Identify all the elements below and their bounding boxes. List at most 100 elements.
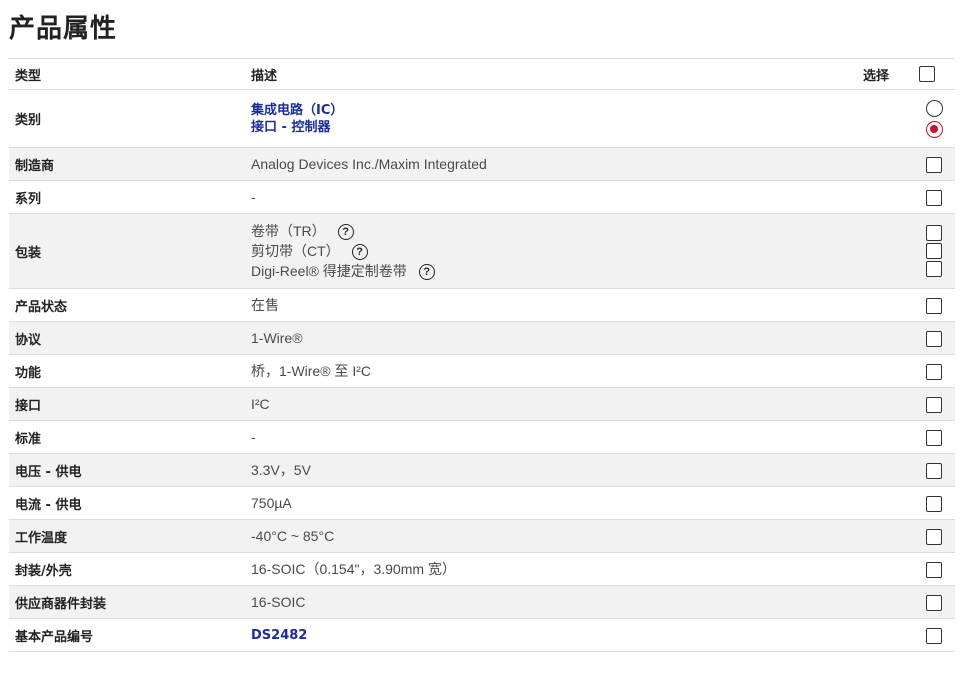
case-checkbox[interactable] — [926, 561, 942, 578]
row-spacer — [857, 585, 913, 619]
category-radio-interface-controller[interactable] — [925, 120, 943, 138]
row-spacer — [857, 354, 913, 388]
table-row-base-part: 基本产品编号 DS2482 — [9, 618, 955, 652]
row-spacer — [857, 213, 913, 289]
select-all-checkbox[interactable] — [919, 66, 935, 82]
row-spacer — [857, 89, 913, 148]
help-icon[interactable]: ? — [337, 224, 354, 241]
row-select-cell — [913, 89, 955, 148]
current-checkbox[interactable] — [926, 495, 942, 512]
row-select-cell — [913, 147, 955, 181]
packaging-option-label: 卷带（TR） — [251, 223, 326, 239]
help-icon[interactable]: ? — [351, 244, 368, 261]
row-select-cell — [913, 213, 955, 289]
header-select: 选择 — [857, 58, 913, 90]
function-checkbox[interactable] — [926, 363, 942, 380]
row-type-label: 工作温度 — [9, 519, 245, 553]
row-select-cell — [913, 321, 955, 355]
row-value: - — [245, 180, 857, 214]
row-type-label: 产品状态 — [9, 288, 245, 322]
row-value: I²C — [245, 387, 857, 421]
packaging-option-cut-tape: 剪切带（CT）? — [251, 241, 851, 261]
row-value: - — [245, 420, 857, 454]
help-icon[interactable]: ? — [418, 264, 435, 281]
manufacturer-checkbox[interactable] — [926, 156, 942, 173]
table-row-interface: 接口 I²C — [9, 387, 955, 421]
row-value: 桥，1-Wire® 至 I²C — [245, 354, 857, 388]
row-spacer — [857, 618, 913, 652]
row-spacer — [857, 453, 913, 487]
table-row-function: 功能 桥，1-Wire® 至 I²C — [9, 354, 955, 388]
row-spacer — [857, 420, 913, 454]
header-description: 描述 — [245, 58, 857, 90]
row-spacer — [857, 387, 913, 421]
row-type-label: 包装 — [9, 213, 245, 289]
row-type-label: 供应商器件封装 — [9, 585, 245, 619]
row-select-cell — [913, 180, 955, 214]
row-select-cell — [913, 585, 955, 619]
base-part-link[interactable]: DS2482 — [251, 627, 851, 644]
packaging-checkbox-digi-reel[interactable] — [926, 261, 942, 277]
row-value: 在售 — [245, 288, 857, 322]
row-type-label: 基本产品编号 — [9, 618, 245, 652]
row-description: DS2482 — [245, 618, 857, 652]
row-value: 16-SOIC — [245, 585, 857, 619]
packaging-option-label: 剪切带（CT） — [251, 243, 340, 259]
row-select-cell — [913, 420, 955, 454]
row-select-cell — [913, 453, 955, 487]
row-description: 集成电路（IC） 接口 - 控制器 — [245, 89, 857, 148]
table-row-status: 产品状态 在售 — [9, 288, 955, 322]
row-value: 1-Wire® — [245, 321, 857, 355]
protocol-checkbox[interactable] — [926, 330, 942, 347]
supplier-package-checkbox[interactable] — [926, 594, 942, 611]
row-value: -40°C ~ 85°C — [245, 519, 857, 553]
row-type-label: 制造商 — [9, 147, 245, 181]
row-type-label: 标准 — [9, 420, 245, 454]
row-spacer — [857, 321, 913, 355]
row-description: 卷带（TR）? 剪切带（CT）? Digi-Reel® 得捷定制卷带? — [245, 213, 857, 289]
table-row-case: 封装/外壳 16-SOIC（0.154"，3.90mm 宽） — [9, 552, 955, 586]
table-row-protocol: 协议 1-Wire® — [9, 321, 955, 355]
standard-checkbox[interactable] — [926, 429, 942, 446]
packaging-checkbox-tape-reel[interactable] — [926, 225, 942, 241]
page-title: 产品属性 — [9, 14, 118, 44]
category-radio-ic[interactable] — [925, 99, 943, 117]
table-row-packaging: 包装 卷带（TR）? 剪切带（CT）? Digi-Reel® 得捷定制卷带? — [9, 213, 955, 289]
interface-checkbox[interactable] — [926, 396, 942, 413]
attributes-table: 类型 描述 选择 类别 集成电路（IC） 接口 - 控制器 制造商 Analog… — [9, 58, 955, 652]
base-part-checkbox[interactable] — [926, 627, 942, 644]
header-type: 类型 — [9, 58, 245, 90]
row-type-label: 类别 — [9, 89, 245, 148]
row-spacer — [857, 519, 913, 553]
row-type-label: 协议 — [9, 321, 245, 355]
row-spacer — [857, 180, 913, 214]
status-checkbox[interactable] — [926, 297, 942, 314]
row-select-cell — [913, 354, 955, 388]
row-value: 750µA — [245, 486, 857, 520]
row-value: 3.3V，5V — [245, 453, 857, 487]
product-attributes-panel: 产品属性 类型 描述 选择 类别 集成电路（IC） 接口 - 控制器 制造商 A… — [0, 0, 968, 681]
voltage-checkbox[interactable] — [926, 462, 942, 479]
row-value: 16-SOIC（0.154"，3.90mm 宽） — [245, 552, 857, 586]
packaging-option-tape-reel: 卷带（TR）? — [251, 221, 851, 241]
table-row-series: 系列 - — [9, 180, 955, 214]
packaging-option-label: Digi-Reel® 得捷定制卷带 — [251, 263, 407, 279]
table-row-category: 类别 集成电路（IC） 接口 - 控制器 — [9, 89, 955, 148]
row-select-cell — [913, 288, 955, 322]
row-spacer — [857, 486, 913, 520]
row-spacer — [857, 288, 913, 322]
table-row-standard: 标准 - — [9, 420, 955, 454]
row-type-label: 功能 — [9, 354, 245, 388]
category-link-ic[interactable]: 集成电路（IC） — [251, 102, 851, 119]
table-row-voltage: 电压 - 供电 3.3V，5V — [9, 453, 955, 487]
table-row-temperature: 工作温度 -40°C ~ 85°C — [9, 519, 955, 553]
temperature-checkbox[interactable] — [926, 528, 942, 545]
category-link-interface-controller[interactable]: 接口 - 控制器 — [251, 119, 851, 136]
series-checkbox[interactable] — [926, 189, 942, 206]
table-row-current: 电流 - 供电 750µA — [9, 486, 955, 520]
packaging-checkbox-cut-tape[interactable] — [926, 243, 942, 259]
packaging-option-digi-reel: Digi-Reel® 得捷定制卷带? — [251, 261, 851, 281]
row-select-cell — [913, 387, 955, 421]
table-row-supplier-package: 供应商器件封装 16-SOIC — [9, 585, 955, 619]
header-select-all-cell — [913, 58, 955, 90]
